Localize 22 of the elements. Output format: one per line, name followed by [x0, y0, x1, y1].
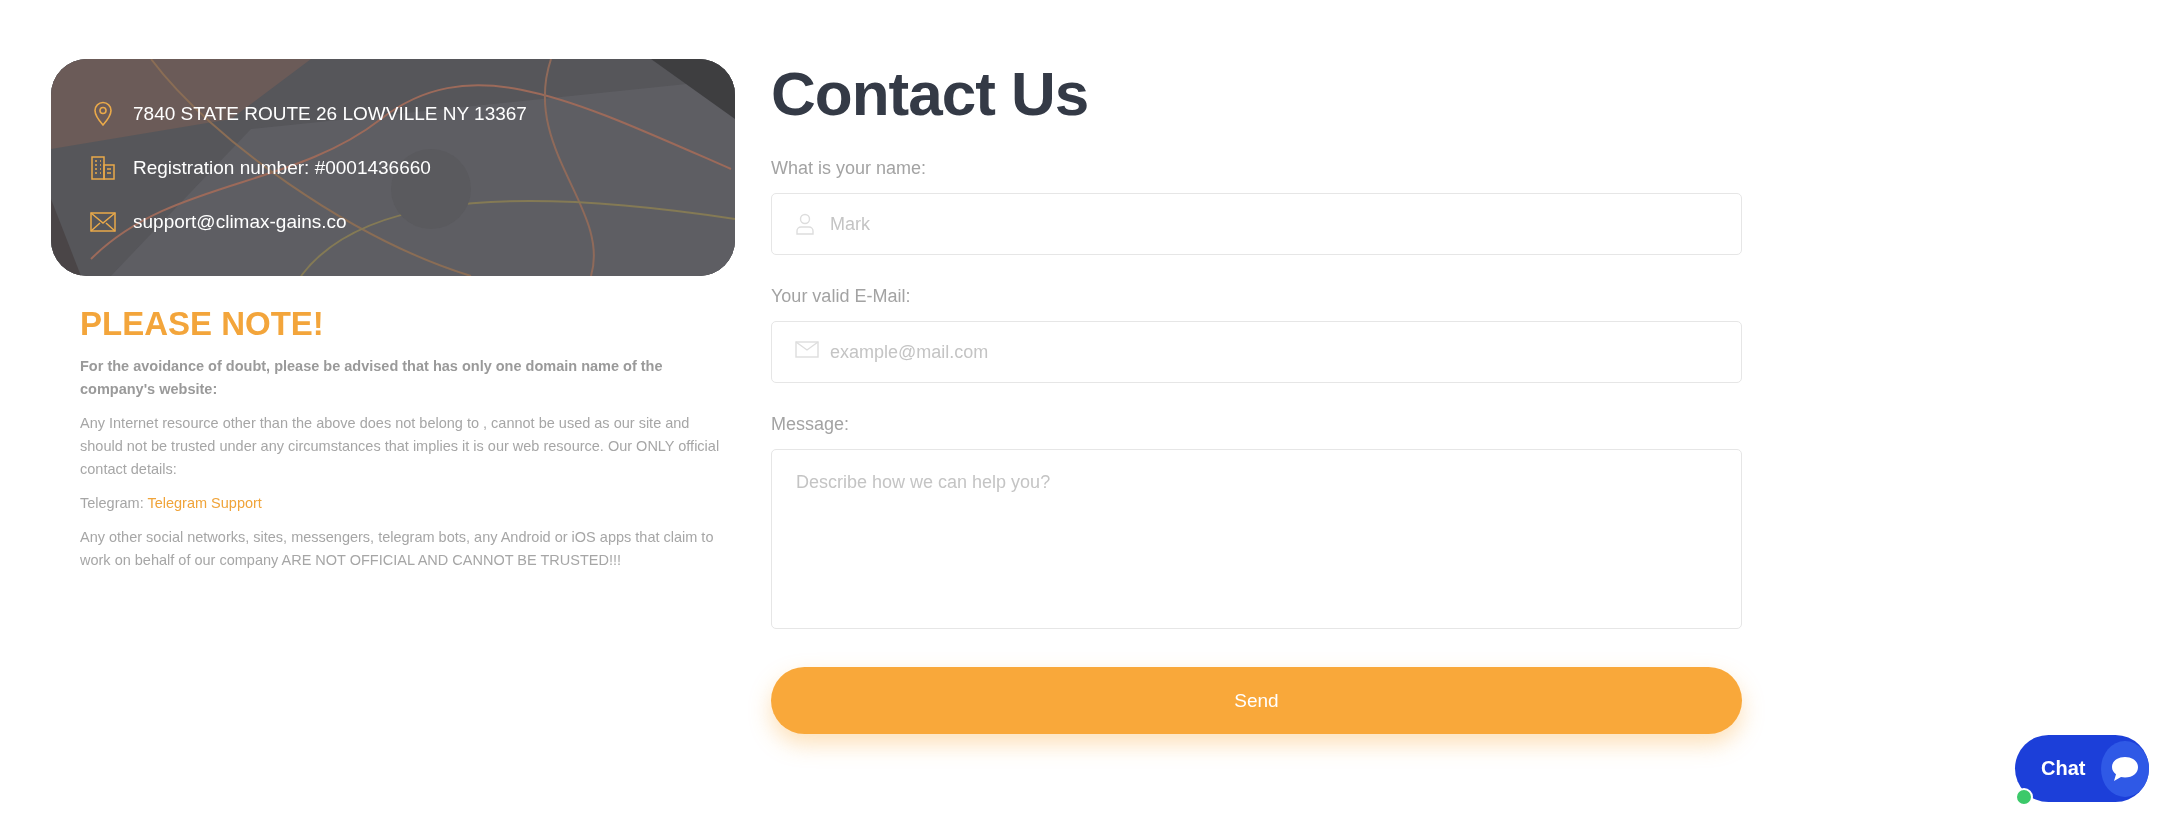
name-field[interactable]: Mark	[771, 193, 1742, 255]
notice-warning: Any other social networks, sites, messengers, telegram bots, any Android or iOS apps that claim to work on behalf of our company ARE NOT OFFICIAL AND CANNOT BE TRUSTED!!!	[80, 528, 715, 570]
telegram-link[interactable]: Telegram Support	[147, 495, 262, 511]
contact-detail: support@climax-gains.co	[133, 211, 347, 233]
notice-intro: For the avoidance of doubt, please be advised that has only one domain name of the company's website:	[80, 357, 664, 399]
building-icon	[90, 155, 116, 181]
field-label: What is your name:	[771, 157, 928, 179]
field-label: Your valid E-Mail:	[771, 285, 912, 307]
form-title: Contact Us	[771, 59, 1090, 129]
contact-detail: Registration number: #0001436660	[133, 157, 431, 179]
notice-heading: PLEASE NOTE!	[80, 312, 325, 335]
field-label: Message:	[771, 413, 851, 435]
contact-detail: 7840 STATE ROUTE 26 LOWVILLE NY 13367	[133, 103, 527, 125]
chat-button[interactable]: Chat	[2015, 735, 2149, 802]
message-field[interactable]: Describe how we can help you?	[771, 449, 1742, 629]
location-pin-icon	[92, 101, 114, 127]
notice-body: Any Internet resource other than the above does not belong to , cannot be used as our site and should not be trusted under any circumstances that implies it is our web resource. Our ONLY official contact details:	[80, 414, 720, 479]
chat-bubble-icon	[2110, 754, 2141, 783]
email-field[interactable]: example@mail.com	[771, 321, 1742, 383]
envelope-icon	[90, 212, 116, 232]
telegram-label: Telegram:	[80, 495, 144, 511]
send-button[interactable]: Send	[771, 667, 1742, 734]
